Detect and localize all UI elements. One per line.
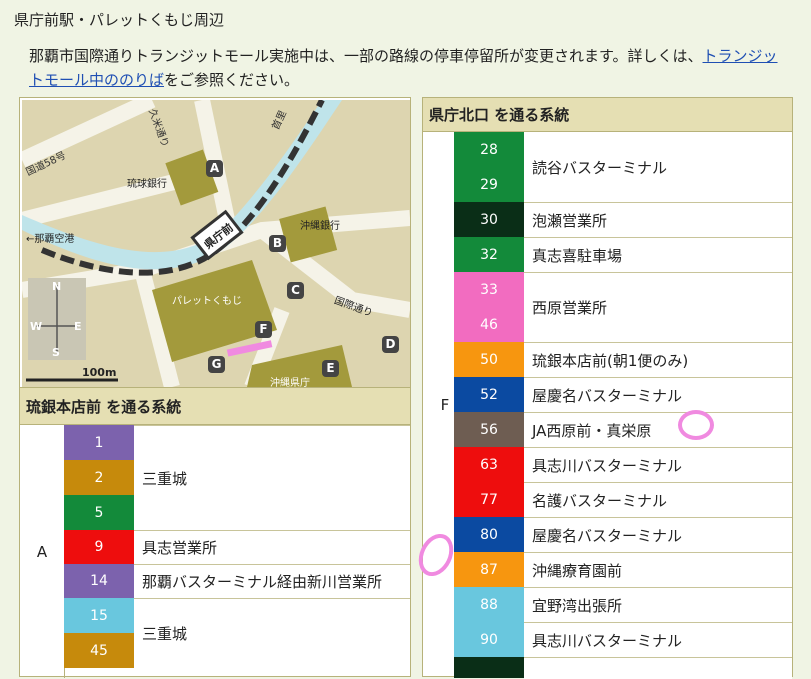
bus-stop-f[interactable]: F (255, 321, 272, 338)
compass-n: N (52, 280, 62, 293)
map-label-airport: ←那覇空港 (26, 234, 75, 245)
route-badge[interactable]: 80 (454, 517, 524, 552)
destination: 沖縄療育園前 (524, 552, 792, 587)
left-panel: 国道58号 久米通り 首里 琉球銀行 沖縄銀行 県庁前 ←那覇空港 パレットくも… (19, 97, 411, 678)
destination: 具志川バスターミナル (524, 622, 792, 657)
destination: 泡瀬営業所 (524, 202, 792, 237)
map-label-ryugin: 琉球銀行 (127, 179, 167, 190)
route-badge[interactable]: 15 (64, 598, 134, 633)
page-title: 県庁前駅・パレットくもじ周辺 (14, 11, 225, 29)
compass-w: W (30, 320, 43, 333)
route-badge[interactable]: 33 (454, 272, 524, 307)
compass-s: S (52, 346, 60, 359)
destination: 琉銀本店前(朝1便のみ) (524, 342, 792, 377)
map-label-palette: パレットくもじ (172, 296, 242, 307)
highlight-mark (678, 410, 714, 440)
notice-text: 那覇市国際通りトランジットモール実施中は、一部の路線の停車停留所が変更されます。… (29, 44, 789, 92)
route-badge[interactable]: 52 (454, 377, 524, 412)
destination: 那覇バスターミナル経由新川営業所 (134, 564, 410, 598)
destination: 三重城 (134, 598, 410, 668)
bus-stop-e[interactable]: E (322, 360, 339, 377)
route-badge[interactable]: 88 (454, 587, 524, 622)
route-badge[interactable]: 45 (64, 633, 134, 668)
left-stop-label: A (20, 425, 65, 678)
destination: 屋慶名バスターミナル (524, 517, 792, 552)
map-label-kencho: 沖縄県庁 (270, 378, 310, 387)
destination: 名護バスターミナル (524, 482, 792, 517)
left-section-heading: 琉銀本店前 を通る系統 (20, 387, 410, 425)
destination: 三重城 (134, 425, 410, 530)
route-badge[interactable]: 2 (64, 460, 134, 495)
map-label-okigin: 沖縄銀行 (300, 221, 340, 232)
destination: 屋慶名バスターミナル (524, 377, 792, 412)
destination: 真志喜駐車場 (524, 237, 792, 272)
route-badge[interactable]: 87 (454, 552, 524, 587)
route-badge-partial (454, 657, 524, 678)
route-badge[interactable]: 29 (454, 167, 524, 202)
bus-stop-g[interactable]: G (208, 356, 225, 373)
right-section-heading: 県庁北口 を通る系統 (423, 98, 792, 132)
bus-stop-d[interactable]: D (382, 336, 399, 353)
destination-partial (524, 657, 792, 679)
route-badge[interactable]: 46 (454, 307, 524, 342)
destination: JA西原前・真栄原 (524, 412, 792, 447)
route-badge[interactable]: 77 (454, 482, 524, 517)
bus-stop-c[interactable]: C (287, 282, 304, 299)
route-badge[interactable]: 9 (64, 530, 134, 564)
right-panel: 県庁北口 を通る系統 F 28 29 30 32 33 46 50 52 56 … (422, 97, 793, 679)
destination: 西原営業所 (524, 272, 792, 342)
route-badge[interactable]: 28 (454, 132, 524, 167)
bus-stop-a[interactable]: A (206, 160, 223, 177)
area-map: 国道58号 久米通り 首里 琉球銀行 沖縄銀行 県庁前 ←那覇空港 パレットくも… (22, 100, 410, 387)
map-scale-label: 100m (82, 366, 117, 379)
route-badge[interactable]: 5 (64, 495, 134, 530)
bus-stop-b[interactable]: B (269, 235, 286, 252)
destination: 具志川バスターミナル (524, 447, 792, 482)
route-badge[interactable]: 14 (64, 564, 134, 598)
route-badge[interactable]: 30 (454, 202, 524, 237)
route-badge[interactable]: 32 (454, 237, 524, 272)
notice-suffix: をご参照ください。 (164, 71, 300, 89)
route-badge[interactable]: 63 (454, 447, 524, 482)
destination: 読谷バスターミナル (524, 132, 792, 202)
destination: 具志営業所 (134, 530, 410, 564)
route-badge[interactable]: 50 (454, 342, 524, 377)
route-badge[interactable]: 90 (454, 622, 524, 657)
notice-prefix: 那覇市国際通りトランジットモール実施中は、一部の路線の停車停留所が変更されます。… (29, 47, 703, 65)
destination: 宜野湾出張所 (524, 587, 792, 622)
route-badge[interactable]: 1 (64, 425, 134, 460)
route-badge[interactable]: 56 (454, 412, 524, 447)
compass-e: E (74, 320, 82, 333)
